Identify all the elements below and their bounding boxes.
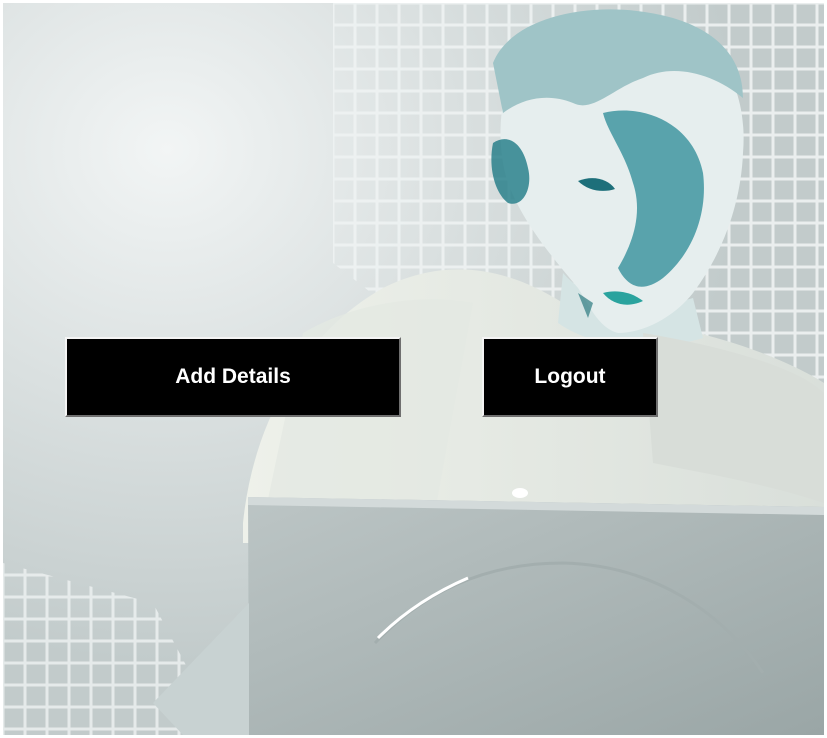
laptop-shape	[248, 497, 824, 735]
add-details-button[interactable]: Add Details	[65, 337, 401, 417]
logout-button[interactable]: Logout	[482, 337, 658, 417]
main-window: Add Details Logout	[3, 3, 824, 735]
